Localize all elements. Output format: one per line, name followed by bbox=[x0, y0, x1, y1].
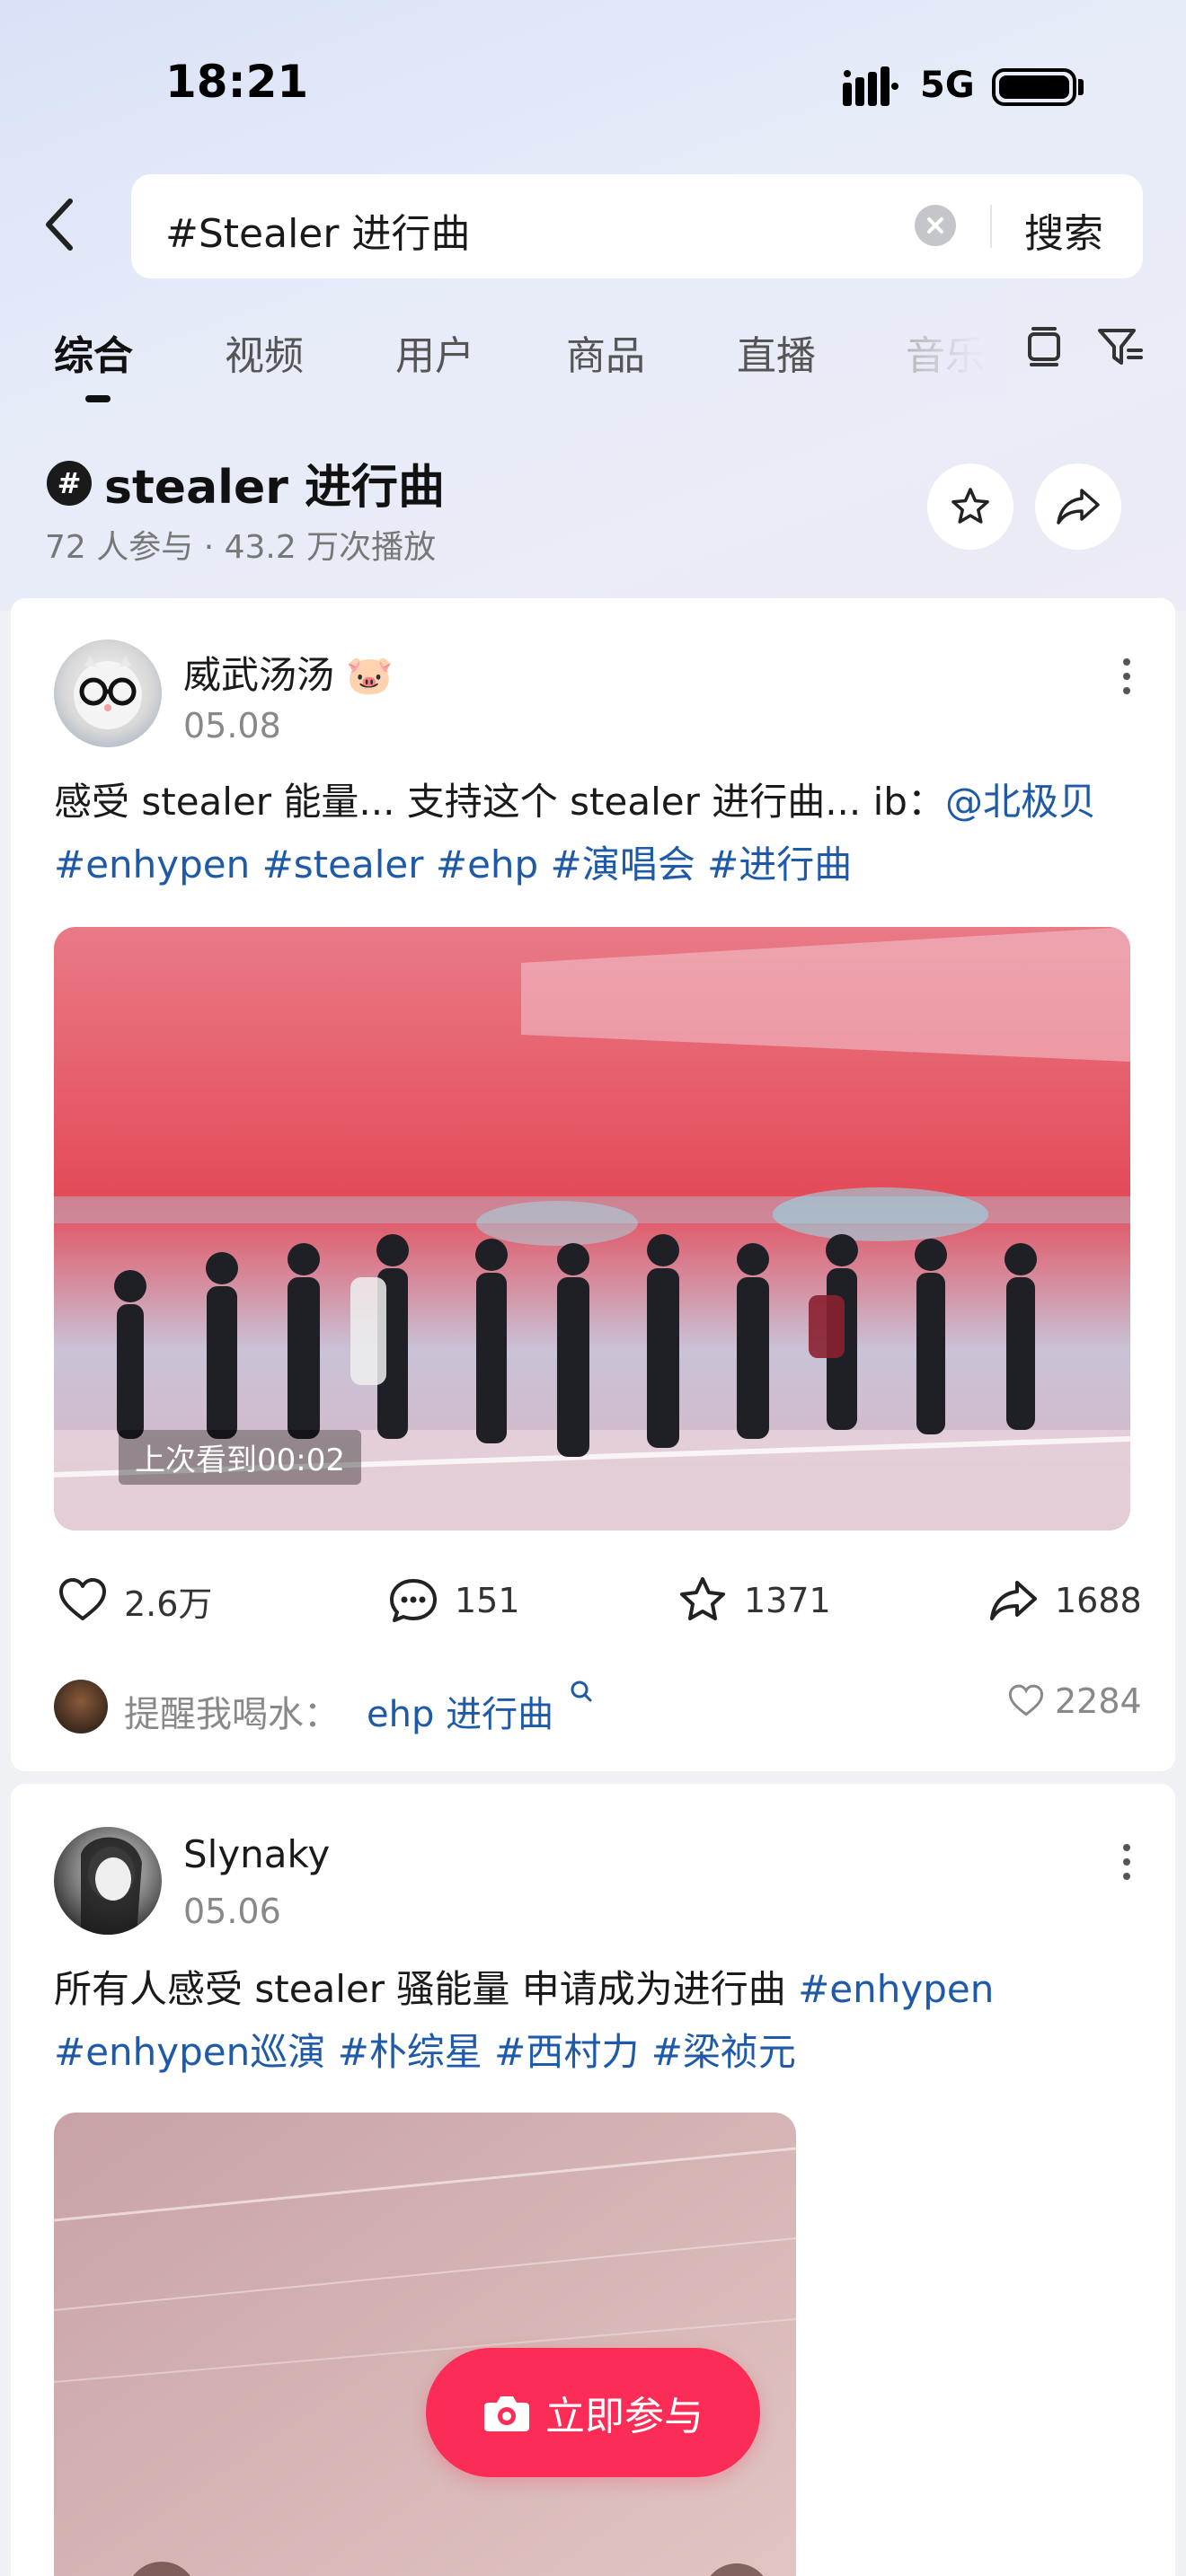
like-button[interactable]: 2.6万 bbox=[56, 1565, 212, 1636]
avatar-image bbox=[74, 656, 142, 729]
star-icon bbox=[951, 488, 989, 524]
share-count: 1688 bbox=[1055, 1581, 1142, 1620]
hashtag-icon: # bbox=[47, 460, 92, 506]
status-bar: 18:21 5G bbox=[0, 0, 1186, 171]
battery-icon bbox=[992, 68, 1076, 106]
share-button[interactable]: 1688 bbox=[987, 1565, 1142, 1636]
author-emoji: 🐷 bbox=[346, 653, 394, 697]
post-text: 感受 stealer 能量... 支持这个 stealer 进行曲... ib：… bbox=[54, 771, 1141, 896]
comment-text[interactable]: ehp 进行曲 bbox=[367, 1685, 553, 1737]
tab-live[interactable]: 直播 bbox=[737, 323, 816, 381]
tab-fade bbox=[890, 314, 1006, 395]
post-text: 所有人感受 stealer 骚能量 申请成为进行曲 #enhypen #enhy… bbox=[54, 1958, 1141, 2084]
topic-title: # stealer 进行曲 bbox=[47, 449, 445, 516]
network-type: 5G bbox=[920, 65, 975, 106]
more-options-button[interactable] bbox=[1109, 645, 1145, 708]
comment-like-count: 2284 bbox=[1055, 1681, 1142, 1721]
hashtag-link[interactable]: #stealer bbox=[262, 842, 424, 887]
avatar[interactable] bbox=[54, 640, 162, 747]
video-thumbnail[interactable]: 上次看到00:02 bbox=[54, 927, 1130, 1531]
search-input[interactable]: #Stealer 进行曲 搜索 bbox=[131, 174, 1143, 278]
hashtag-link[interactable]: #演唱会 bbox=[551, 842, 695, 887]
tab-bar: 综合 视频 用户 商品 直播 音乐 bbox=[0, 314, 1186, 413]
tab-active-indicator bbox=[85, 395, 111, 402]
search-divider bbox=[990, 205, 992, 248]
hashtag-link[interactable]: #梁祯元 bbox=[651, 2030, 796, 2074]
topic-stats: 72 人参与 · 43.2 万次播放 bbox=[45, 529, 437, 566]
comment-count: 151 bbox=[455, 1581, 520, 1620]
concert-video-image bbox=[54, 2113, 796, 2576]
comment-like-button[interactable]: 2284 bbox=[1006, 1681, 1142, 1721]
post-date: 05.08 bbox=[183, 706, 281, 745]
hashtag-link[interactable]: #enhypen巡演 bbox=[54, 2030, 325, 2074]
tab-comprehensive[interactable]: 综合 bbox=[54, 323, 133, 381]
post-date: 05.06 bbox=[183, 1892, 281, 1931]
favorite-topic-button[interactable] bbox=[927, 463, 1013, 550]
tab-users[interactable]: 用户 bbox=[395, 323, 474, 381]
search-submit-button[interactable]: 搜索 bbox=[1024, 201, 1103, 259]
hashtag-link[interactable]: #enhypen bbox=[798, 1967, 994, 2011]
mention-link[interactable]: @北极贝 bbox=[945, 780, 1096, 824]
avatar-image bbox=[81, 1837, 142, 1935]
back-button[interactable] bbox=[32, 189, 86, 260]
camera-icon bbox=[484, 2396, 529, 2431]
hashtag-link[interactable]: #enhypen bbox=[54, 842, 250, 887]
topic-name: stealer 进行曲 bbox=[104, 461, 446, 515]
share-icon bbox=[990, 1581, 1037, 1620]
search-query: #Stealer 进行曲 bbox=[165, 211, 471, 257]
search-icon bbox=[571, 1681, 592, 1702]
post-body: 所有人感受 stealer 骚能量 申请成为进行曲 bbox=[54, 1967, 799, 2011]
tab-video[interactable]: 视频 bbox=[225, 323, 304, 381]
favorite-count: 1371 bbox=[744, 1581, 831, 1620]
hashtag-link[interactable]: #进行曲 bbox=[707, 842, 852, 887]
join-now-button[interactable]: 立即参与 bbox=[426, 2348, 760, 2477]
author-name: 威武汤汤 bbox=[183, 653, 335, 697]
post-body: 感受 stealer 能量... 支持这个 stealer 进行曲... ib： bbox=[54, 780, 945, 824]
video-thumbnail[interactable] bbox=[54, 2113, 796, 2576]
heart-icon bbox=[59, 1578, 106, 1620]
share-icon bbox=[1057, 489, 1100, 525]
status-time: 18:21 bbox=[165, 56, 309, 108]
battery-tip bbox=[1078, 79, 1084, 95]
avatar[interactable] bbox=[54, 1827, 162, 1935]
post-author[interactable]: 威武汤汤 🐷 bbox=[183, 645, 394, 700]
resume-position-label: 上次看到00:02 bbox=[119, 1430, 361, 1485]
close-icon bbox=[927, 217, 943, 234]
star-icon bbox=[680, 1577, 725, 1620]
top-comment[interactable]: 提醒我喝水： ehp 进行曲 2284 bbox=[54, 1671, 1142, 1742]
tab-products[interactable]: 商品 bbox=[566, 323, 645, 381]
share-topic-button[interactable] bbox=[1035, 463, 1121, 550]
heart-icon bbox=[1008, 1684, 1044, 1716]
commenter-name: 提醒我喝水： bbox=[124, 1694, 340, 1735]
hashtag-link[interactable]: #朴综星 bbox=[338, 2030, 482, 2074]
post-card[interactable]: 威武汤汤 🐷 05.08 感受 stealer 能量... 支持这个 steal… bbox=[11, 598, 1175, 1771]
post-actions: 2.6万 151 1371 1688 bbox=[11, 1565, 1175, 1636]
comment-button[interactable]: 151 bbox=[386, 1565, 520, 1636]
chevron-left-icon bbox=[46, 198, 73, 251]
clear-search-button[interactable] bbox=[915, 205, 956, 246]
join-now-label: 立即参与 bbox=[545, 2394, 704, 2439]
commenter-avatar[interactable] bbox=[54, 1680, 108, 1734]
post-author[interactable]: Slynaky bbox=[183, 1832, 330, 1876]
favorite-button[interactable]: 1371 bbox=[676, 1565, 831, 1636]
like-count: 2.6万 bbox=[124, 1584, 213, 1624]
signal-icon bbox=[843, 66, 898, 106]
more-options-button[interactable] bbox=[1109, 1831, 1145, 1893]
hashtag-link[interactable]: #西村力 bbox=[494, 2030, 639, 2074]
filter-icon[interactable] bbox=[1094, 322, 1145, 372]
comment-icon bbox=[390, 1579, 437, 1622]
layout-toggle-icon[interactable] bbox=[1019, 322, 1069, 372]
hashtag-link[interactable]: #ehp bbox=[436, 842, 538, 887]
